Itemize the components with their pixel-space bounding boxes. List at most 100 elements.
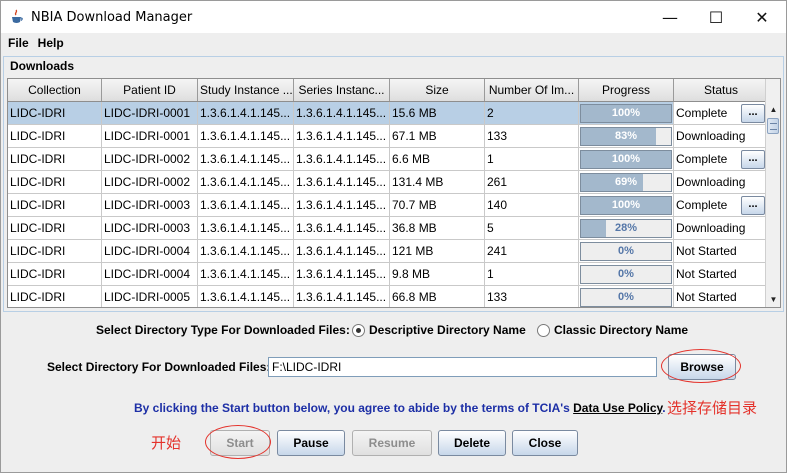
- progress-cell: 0%: [579, 286, 674, 307]
- scroll-thumb[interactable]: [767, 118, 779, 134]
- table-row[interactable]: LIDC-IDRI LIDC-IDRI-0003 1.3.6.1.4.1.145..…: [8, 217, 769, 240]
- radio-classic-directory[interactable]: [537, 324, 550, 337]
- collection-cell: LIDC-IDRI: [8, 286, 102, 307]
- collection-header[interactable]: Collection: [8, 79, 102, 101]
- series-instance-cell: 1.3.6.1.4.1.145...: [294, 286, 390, 307]
- table-row[interactable]: LIDC-IDRI LIDC-IDRI-0002 1.3.6.1.4.1.145..…: [8, 148, 769, 171]
- menu-help[interactable]: Help: [31, 36, 64, 50]
- close-window-button[interactable]: ✕: [739, 1, 785, 33]
- maximize-button[interactable]: ☐: [693, 1, 739, 33]
- patient-id-cell: LIDC-IDRI-0002: [102, 171, 198, 194]
- progress-bar: 0%: [580, 288, 672, 307]
- status-text: Not Started: [676, 244, 737, 258]
- progress-bar: 69%: [580, 173, 672, 192]
- radio-descriptive-label[interactable]: Descriptive Directory Name: [369, 323, 526, 337]
- window-title: NBIA Download Manager: [31, 9, 193, 25]
- size-cell: 6.6 MB: [390, 148, 485, 171]
- data-use-policy-link[interactable]: Data Use Policy: [573, 401, 662, 415]
- row-details-button[interactable]: ...: [741, 150, 765, 169]
- series-instance-cell: 1.3.6.1.4.1.145...: [294, 171, 390, 194]
- table-row[interactable]: LIDC-IDRI LIDC-IDRI-0003 1.3.6.1.4.1.145..…: [8, 194, 769, 217]
- table-header: Collection Patient ID Study Instance ... Se…: [8, 79, 769, 102]
- table-row[interactable]: LIDC-IDRI LIDC-IDRI-0005 1.3.6.1.4.1.145..…: [8, 286, 769, 307]
- progress-bar: 28%: [580, 219, 672, 238]
- vertical-scrollbar[interactable]: ▲ ▼: [765, 79, 780, 307]
- browse-highlight-circle: [661, 349, 741, 383]
- table-row[interactable]: LIDC-IDRI LIDC-IDRI-0001 1.3.6.1.4.1.145..…: [8, 102, 769, 125]
- progress-bar: 100%: [580, 104, 672, 123]
- scroll-down-arrow-icon[interactable]: ▼: [766, 292, 780, 307]
- study-instance-cell: 1.3.6.1.4.1.145...: [198, 240, 294, 263]
- progress-label: 100%: [611, 153, 641, 165]
- resume-button[interactable]: Resume: [352, 430, 432, 456]
- progress-cell: 28%: [579, 217, 674, 240]
- study-instance-cell: 1.3.6.1.4.1.145...: [198, 263, 294, 286]
- status-cell: Not Started: [674, 240, 769, 263]
- downloads-panel-title: Downloads: [10, 59, 75, 73]
- row-details-button[interactable]: ...: [741, 104, 765, 123]
- title-bar: NBIA Download Manager — ☐ ✕: [1, 1, 786, 33]
- status-text: Complete: [676, 106, 728, 120]
- collection-cell: LIDC-IDRI: [8, 217, 102, 240]
- status-cell: Complete...: [674, 194, 769, 217]
- number-of-images-cell: 5: [485, 217, 579, 240]
- download-manager-window: NBIA Download Manager — ☐ ✕ File Help Do…: [0, 0, 787, 473]
- status-header[interactable]: Status: [674, 79, 769, 101]
- minimize-button[interactable]: —: [647, 1, 693, 33]
- progress-bar: 83%: [580, 127, 672, 146]
- series-instance-cell: 1.3.6.1.4.1.145...: [294, 194, 390, 217]
- progress-bar: 0%: [580, 265, 672, 284]
- progress-cell: 69%: [579, 171, 674, 194]
- progress-label: 100%: [611, 107, 641, 119]
- patient-id-cell: LIDC-IDRI-0004: [102, 263, 198, 286]
- radio-classic-label[interactable]: Classic Directory Name: [554, 323, 688, 337]
- collection-cell: LIDC-IDRI: [8, 102, 102, 125]
- directory-path-field[interactable]: F:\LIDC-IDRI: [268, 357, 657, 377]
- browse-annotation: 选择存储目录: [667, 399, 758, 417]
- menu-bar: File Help: [1, 33, 786, 53]
- table-row[interactable]: LIDC-IDRI LIDC-IDRI-0001 1.3.6.1.4.1.145..…: [8, 125, 769, 148]
- study-instance-header[interactable]: Study Instance ...: [198, 79, 294, 101]
- series-instance-cell: 1.3.6.1.4.1.145...: [294, 102, 390, 125]
- study-instance-cell: 1.3.6.1.4.1.145...: [198, 171, 294, 194]
- status-cell: Not Started: [674, 286, 769, 307]
- patient-id-cell: LIDC-IDRI-0005: [102, 286, 198, 307]
- table-row[interactable]: LIDC-IDRI LIDC-IDRI-0002 1.3.6.1.4.1.145..…: [8, 171, 769, 194]
- progress-cell: 100%: [579, 148, 674, 171]
- close-button[interactable]: Close: [512, 430, 578, 456]
- directory-label: Select Directory For Downloaded Files:: [47, 360, 271, 374]
- number-of-images-header[interactable]: Number Of Im...: [485, 79, 579, 101]
- progress-label: 83%: [614, 130, 638, 142]
- status-cell: Not Started: [674, 263, 769, 286]
- row-details-button[interactable]: ...: [741, 196, 765, 215]
- progress-cell: 0%: [579, 240, 674, 263]
- progress-cell: 83%: [579, 125, 674, 148]
- downloads-panel: Downloads Collection Patient ID Study Inst…: [3, 56, 784, 312]
- status-text: Downloading: [676, 129, 746, 143]
- collection-cell: LIDC-IDRI: [8, 240, 102, 263]
- pause-button[interactable]: Pause: [277, 430, 345, 456]
- table-row[interactable]: LIDC-IDRI LIDC-IDRI-0004 1.3.6.1.4.1.145..…: [8, 263, 769, 286]
- progress-label: 0%: [618, 245, 634, 257]
- study-instance-cell: 1.3.6.1.4.1.145...: [198, 217, 294, 240]
- table-row[interactable]: LIDC-IDRI LIDC-IDRI-0004 1.3.6.1.4.1.145..…: [8, 240, 769, 263]
- size-cell: 36.8 MB: [390, 217, 485, 240]
- series-instance-header[interactable]: Series Instanc...: [294, 79, 390, 101]
- collection-cell: LIDC-IDRI: [8, 148, 102, 171]
- patient-id-cell: LIDC-IDRI-0003: [102, 194, 198, 217]
- study-instance-cell: 1.3.6.1.4.1.145...: [198, 125, 294, 148]
- menu-file[interactable]: File: [1, 36, 29, 50]
- number-of-images-cell: 2: [485, 102, 579, 125]
- status-cell: Downloading: [674, 217, 769, 240]
- progress-header[interactable]: Progress: [579, 79, 674, 101]
- size-header[interactable]: Size: [390, 79, 485, 101]
- size-cell: 66.8 MB: [390, 286, 485, 307]
- downloads-table: Collection Patient ID Study Instance ... Se…: [7, 78, 781, 308]
- radio-descriptive-directory[interactable]: [352, 324, 365, 337]
- series-instance-cell: 1.3.6.1.4.1.145...: [294, 217, 390, 240]
- progress-bar: 0%: [580, 242, 672, 261]
- patient-id-header[interactable]: Patient ID: [102, 79, 198, 101]
- scroll-up-arrow-icon[interactable]: ▲: [766, 102, 780, 117]
- progress-label: 28%: [614, 222, 638, 234]
- delete-button[interactable]: Delete: [438, 430, 506, 456]
